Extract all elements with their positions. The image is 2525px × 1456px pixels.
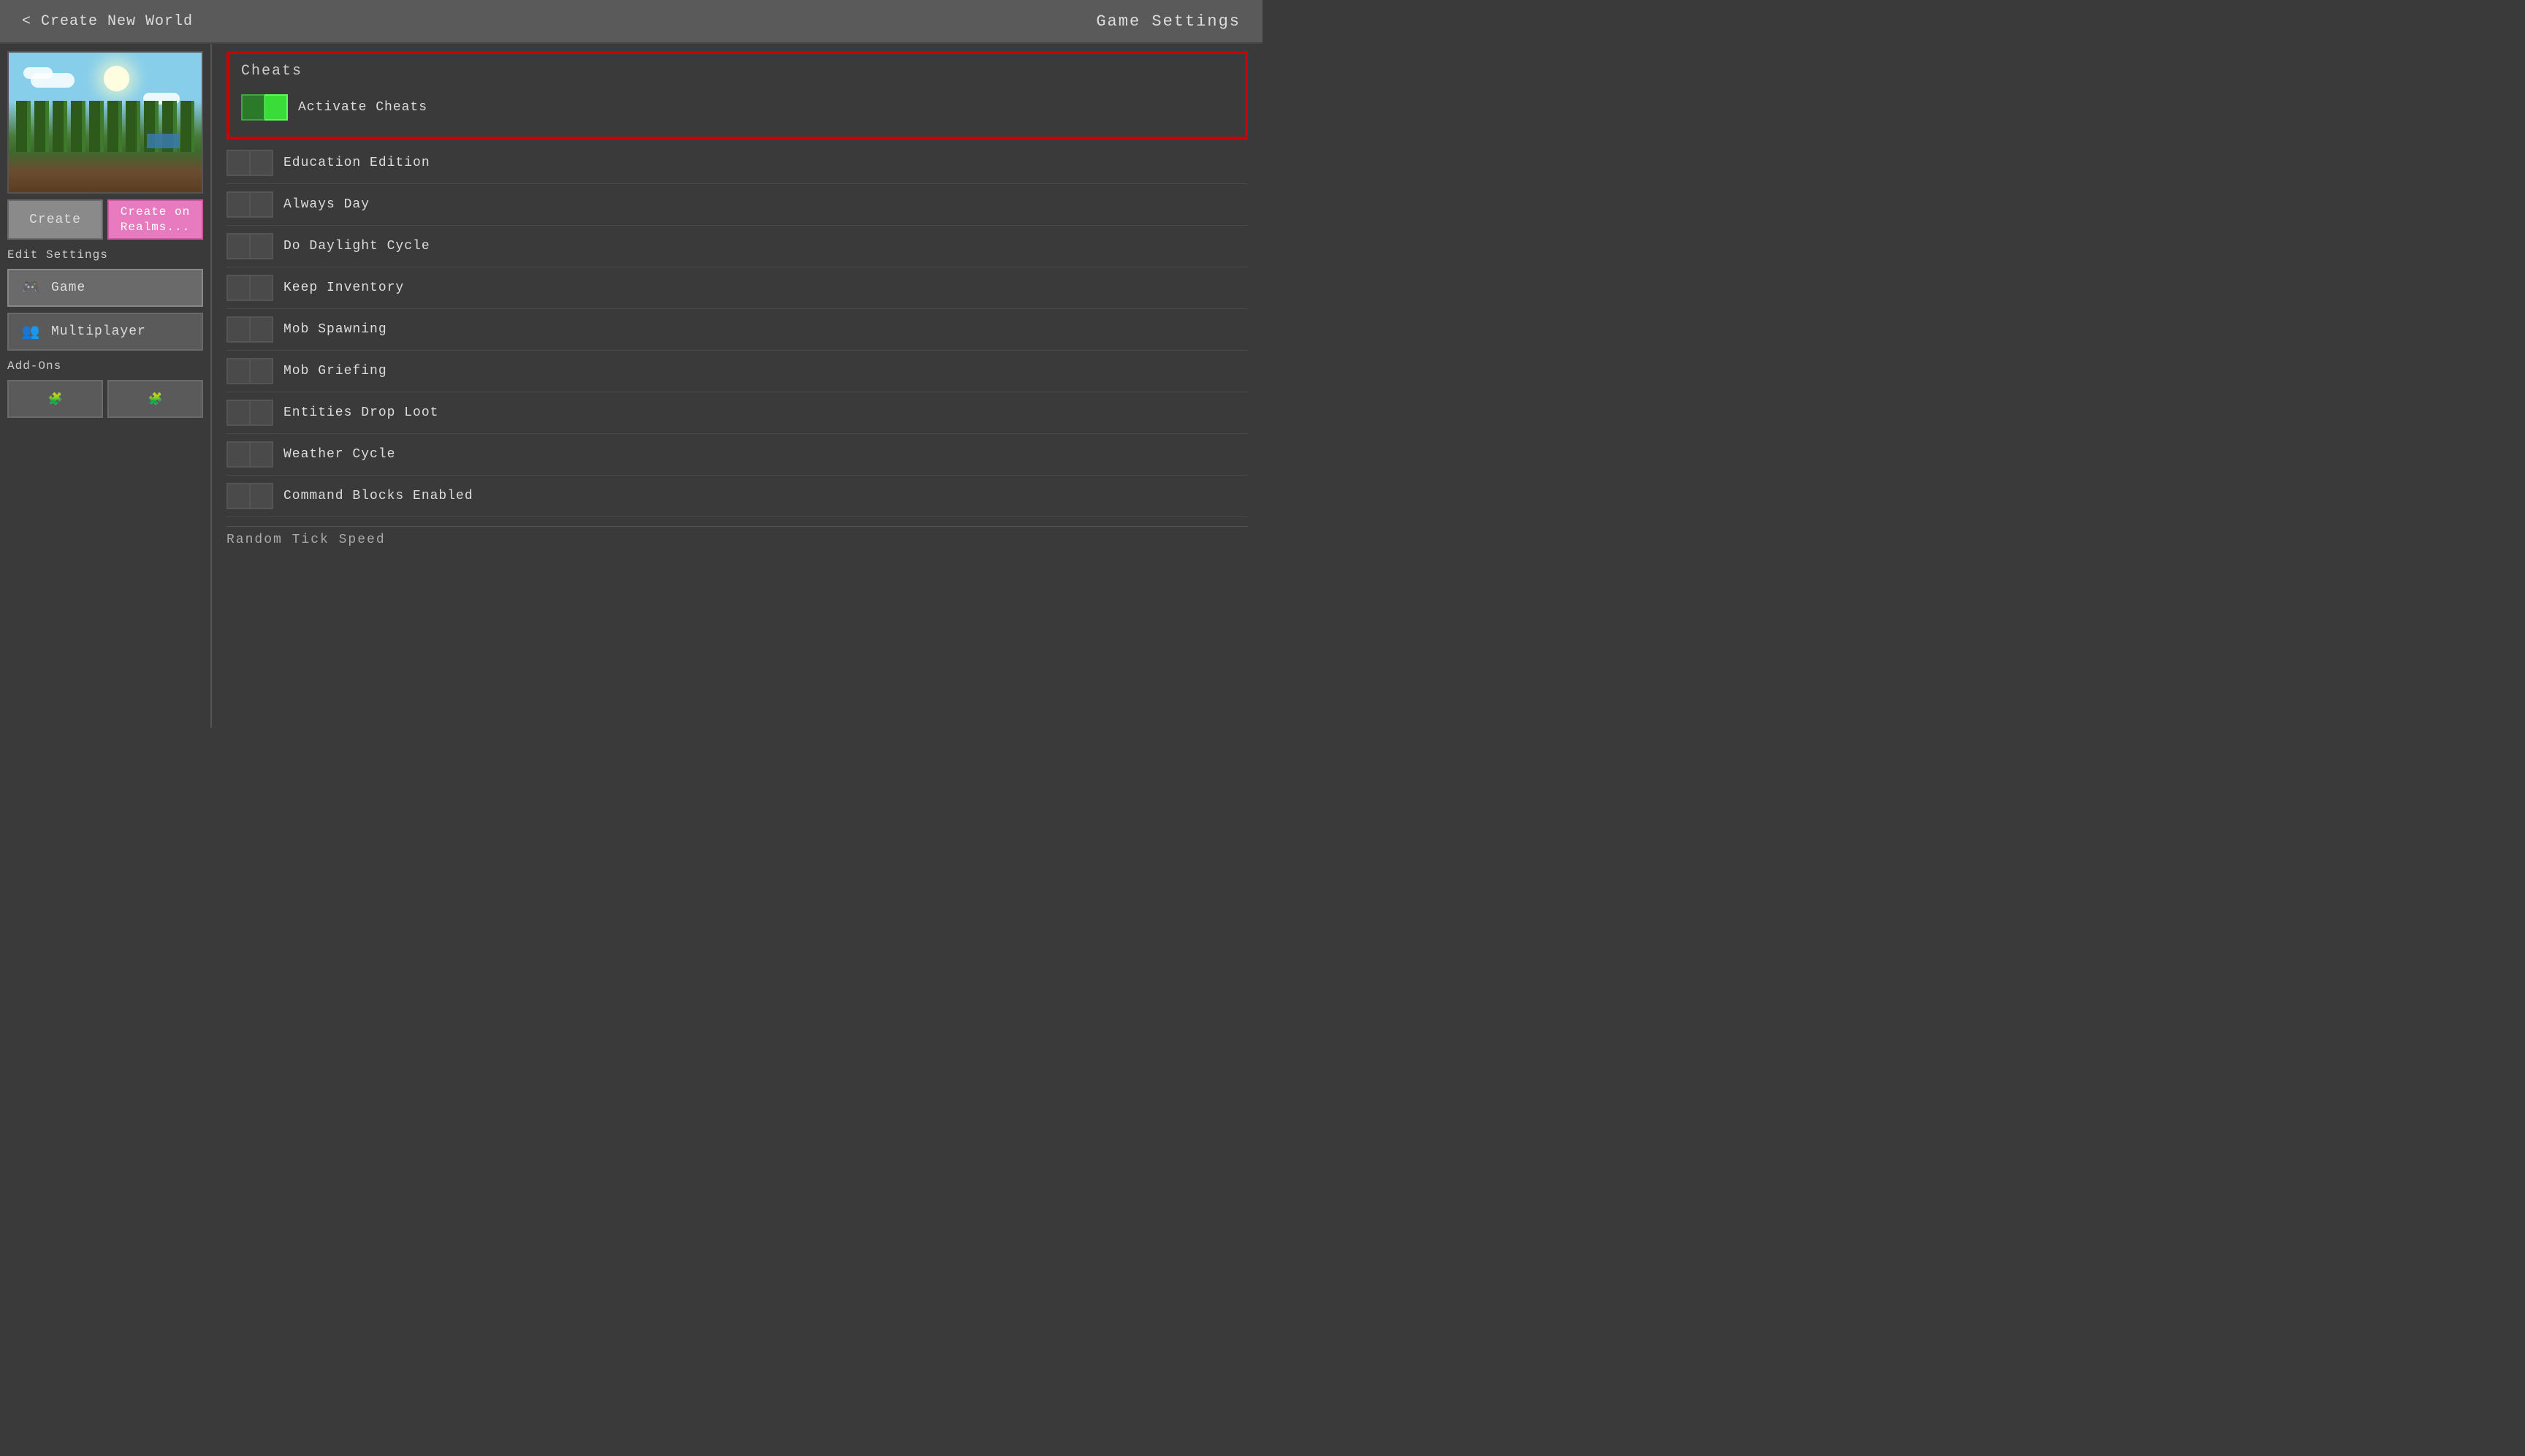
toggle-right	[250, 233, 273, 259]
entities-drop-loot-toggle[interactable]	[226, 400, 273, 426]
always-day-label: Always Day	[283, 197, 370, 212]
create-buttons-row: Create Create onRealms...	[7, 199, 203, 240]
page-title: Game Settings	[1096, 12, 1241, 31]
random-tick-speed-row: Random Tick Speed	[226, 517, 1248, 556]
keep-inventory-toggle[interactable]	[226, 275, 273, 301]
education-edition-toggle[interactable]	[226, 150, 273, 176]
toggle-right-block	[264, 94, 288, 121]
addon-icon-1: 🧩	[48, 392, 63, 406]
toggle-right	[250, 150, 273, 176]
toggle-right	[250, 483, 273, 509]
activate-cheats-toggle[interactable]	[241, 94, 288, 121]
command-blocks-row: Command Blocks Enabled	[226, 476, 1248, 517]
always-day-row: Always Day	[226, 184, 1248, 226]
activate-cheats-row: Activate Cheats	[241, 87, 1233, 128]
weather-cycle-row: Weather Cycle	[226, 434, 1248, 476]
water-decoration	[147, 134, 180, 148]
toggle-left	[226, 358, 250, 384]
toggle-left	[226, 233, 250, 259]
cheats-title: Cheats	[241, 63, 1233, 80]
mob-griefing-row: Mob Griefing	[226, 351, 1248, 392]
toggle-left	[226, 400, 250, 426]
toggle-left	[226, 275, 250, 301]
toggle-right	[250, 441, 273, 468]
keep-inventory-row: Keep Inventory	[226, 267, 1248, 309]
back-button[interactable]: < Create New World	[22, 13, 193, 30]
education-edition-row: Education Edition	[226, 142, 1248, 184]
multiplayer-icon: 👥	[18, 319, 44, 345]
addon-item-2[interactable]: 🧩	[107, 380, 203, 418]
mob-spawning-toggle[interactable]	[226, 316, 273, 343]
edit-settings-label: Edit Settings	[7, 245, 203, 263]
toggle-left-block	[241, 94, 264, 121]
entities-drop-loot-label: Entities Drop Loot	[283, 405, 438, 420]
sun-decoration	[104, 66, 129, 91]
toggle-right	[250, 400, 273, 426]
entities-drop-loot-row: Entities Drop Loot	[226, 392, 1248, 434]
create-on-realms-button[interactable]: Create onRealms...	[107, 199, 203, 240]
multiplayer-nav-label: Multiplayer	[51, 324, 146, 339]
world-preview	[7, 51, 203, 194]
mob-griefing-toggle[interactable]	[226, 358, 273, 384]
addons-label: Add-Ons	[7, 357, 203, 374]
weather-cycle-toggle[interactable]	[226, 441, 273, 468]
do-daylight-cycle-label: Do Daylight Cycle	[283, 239, 430, 254]
keep-inventory-label: Keep Inventory	[283, 281, 404, 295]
mob-spawning-row: Mob Spawning	[226, 309, 1248, 351]
command-blocks-toggle[interactable]	[226, 483, 273, 509]
create-button[interactable]: Create	[7, 199, 103, 240]
toggle-left	[226, 441, 250, 468]
left-panel: Create Create onRealms... Edit Settings …	[0, 44, 212, 728]
toggle-right	[250, 191, 273, 218]
toggle-left	[226, 483, 250, 509]
toggle-left	[226, 191, 250, 218]
mob-griefing-label: Mob Griefing	[283, 364, 387, 378]
game-icon: 🎮	[18, 275, 44, 301]
addons-row: 🧩 🧩	[7, 380, 203, 418]
addon-item-1[interactable]: 🧩	[7, 380, 103, 418]
mob-spawning-label: Mob Spawning	[283, 322, 387, 337]
command-blocks-label: Command Blocks Enabled	[283, 489, 473, 503]
main-layout: Create Create onRealms... Edit Settings …	[0, 44, 1262, 728]
cheats-section: Cheats Activate Cheats	[226, 51, 1248, 140]
sidebar-item-game[interactable]: 🎮 Game	[7, 269, 203, 307]
toggle-right	[250, 275, 273, 301]
toggle-right	[250, 358, 273, 384]
toggle-left	[226, 150, 250, 176]
right-panel: Cheats Activate Cheats Education Edition	[212, 44, 1262, 728]
education-edition-label: Education Edition	[283, 156, 430, 170]
header: < Create New World Game Settings	[0, 0, 1262, 44]
do-daylight-cycle-row: Do Daylight Cycle	[226, 226, 1248, 267]
toggle-left	[226, 316, 250, 343]
toggle-right	[250, 316, 273, 343]
do-daylight-cycle-toggle[interactable]	[226, 233, 273, 259]
game-nav-label: Game	[51, 281, 85, 295]
random-tick-speed-label: Random Tick Speed	[226, 526, 1248, 550]
sidebar-item-multiplayer[interactable]: 👥 Multiplayer	[7, 313, 203, 351]
cloud-decoration-2	[23, 67, 53, 79]
addon-icon-2: 🧩	[148, 392, 163, 406]
weather-cycle-label: Weather Cycle	[283, 447, 395, 462]
always-day-toggle[interactable]	[226, 191, 273, 218]
activate-cheats-label: Activate Cheats	[298, 100, 427, 115]
